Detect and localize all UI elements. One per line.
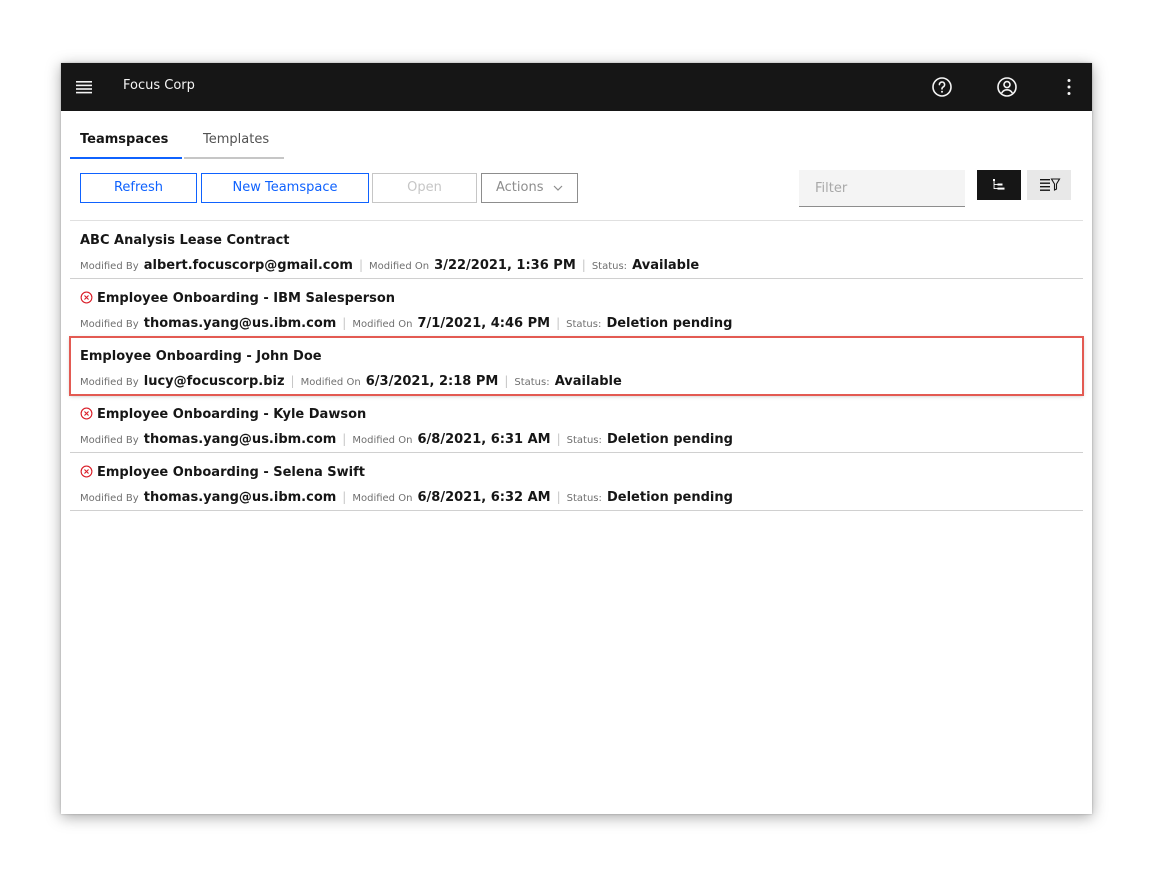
teamspace-name: ABC Analysis Lease Contract xyxy=(80,233,290,248)
teamspace-meta: Modified By albert.focuscorp@gmail.com | M… xyxy=(80,254,699,273)
teamspace-title: Employee Onboarding - Kyle Dawson xyxy=(80,407,366,422)
meta-separator: | xyxy=(290,374,295,388)
new-teamspace-button[interactable]: New Teamspace xyxy=(201,173,369,203)
modified-on-value: 6/8/2021, 6:31 AM xyxy=(417,432,551,447)
modified-by-value: thomas.yang@us.ibm.com xyxy=(143,490,337,505)
teamspace-list: ABC Analysis Lease Contract Modified By a… xyxy=(69,221,1084,511)
teamspace-name: Employee Onboarding - IBM Salesperson xyxy=(97,291,396,306)
meta-separator: | xyxy=(342,490,347,504)
user-icon[interactable] xyxy=(995,75,1019,99)
teamspace-title: Employee Onboarding - Selena Swift xyxy=(80,465,365,480)
teamspace-row[interactable]: Employee Onboarding - Selena Swift Modifi… xyxy=(70,453,1083,511)
open-button: Open xyxy=(372,173,477,203)
teamspace-name: Employee Onboarding - John Doe xyxy=(80,349,322,364)
tree-view-button[interactable] xyxy=(977,170,1021,200)
status-value: Available xyxy=(554,374,622,389)
modified-by-value: thomas.yang@us.ibm.com xyxy=(143,432,337,447)
modified-on-value: 3/22/2021, 1:36 PM xyxy=(434,258,576,273)
teamspace-row[interactable]: Employee Onboarding - Kyle Dawson Modifie… xyxy=(70,395,1083,453)
teamspace-title: ABC Analysis Lease Contract xyxy=(80,233,290,248)
teamspace-title: Employee Onboarding - IBM Salesperson xyxy=(80,291,395,306)
modified-on-value: 7/1/2021, 4:46 PM xyxy=(417,316,551,331)
modified-by-label: Modified By xyxy=(80,319,139,330)
overflow-menu-icon[interactable] xyxy=(1057,75,1081,99)
teamspace-title: Employee Onboarding - John Doe xyxy=(80,349,322,364)
modified-on-label: Modified On xyxy=(352,319,413,330)
tab-label: Templates xyxy=(203,132,270,147)
teamspace-meta: Modified By thomas.yang@us.ibm.com | Modif… xyxy=(80,486,733,505)
top-navigation-bar: Focus Corp xyxy=(61,63,1092,111)
app-window: Focus Corp Teamspaces Templates Refresh … xyxy=(61,63,1092,814)
status-value: Deletion pending xyxy=(606,490,733,505)
tab-teamspaces[interactable]: Teamspaces xyxy=(70,130,182,159)
meta-separator: | xyxy=(342,316,347,330)
app-name: Focus Corp xyxy=(123,78,195,93)
meta-separator: | xyxy=(358,258,363,272)
help-icon[interactable] xyxy=(930,75,954,99)
modified-on-label: Modified On xyxy=(369,261,430,272)
actions-label: Actions xyxy=(496,180,544,195)
menu-icon[interactable] xyxy=(74,77,94,97)
modified-by-value: thomas.yang@us.ibm.com xyxy=(143,316,337,331)
status-value: Available xyxy=(632,258,700,273)
modified-by-value: albert.focuscorp@gmail.com xyxy=(143,258,353,273)
error-icon xyxy=(80,407,93,420)
teamspace-row[interactable]: Employee Onboarding - IBM Salesperson Mod… xyxy=(70,279,1083,337)
list-filter-view-button[interactable] xyxy=(1027,170,1071,200)
tree-view-icon xyxy=(993,179,1005,190)
list-filter-icon xyxy=(1040,178,1061,191)
modified-on-label: Modified On xyxy=(352,435,413,446)
tab-label: Teamspaces xyxy=(80,132,169,147)
modified-on-value: 6/8/2021, 6:32 AM xyxy=(417,490,551,505)
status-label: Status: xyxy=(566,493,602,504)
status-label: Status: xyxy=(514,377,550,388)
error-icon xyxy=(80,291,93,304)
status-value: Deletion pending xyxy=(606,316,733,331)
refresh-button[interactable]: Refresh xyxy=(80,173,197,203)
modified-by-label: Modified By xyxy=(80,435,139,446)
meta-separator: | xyxy=(556,316,561,330)
error-icon xyxy=(80,465,93,478)
modified-by-label: Modified By xyxy=(80,493,139,504)
teamspace-meta: Modified By thomas.yang@us.ibm.com | Modif… xyxy=(80,428,733,447)
teamspace-meta: Modified By lucy@focuscorp.biz | Modified … xyxy=(80,370,622,389)
modified-by-label: Modified By xyxy=(80,377,139,388)
modified-on-label: Modified On xyxy=(352,493,413,504)
filter-input[interactable] xyxy=(799,170,965,207)
tab-templates[interactable]: Templates xyxy=(184,130,284,159)
teamspace-row[interactable]: ABC Analysis Lease Contract Modified By a… xyxy=(70,221,1083,279)
modified-on-label: Modified On xyxy=(300,377,361,388)
meta-separator: | xyxy=(342,432,347,446)
meta-separator: | xyxy=(504,374,509,388)
actions-dropdown[interactable]: Actions xyxy=(481,173,578,203)
modified-by-value: lucy@focuscorp.biz xyxy=(143,374,285,389)
status-label: Status: xyxy=(566,435,602,446)
meta-separator: | xyxy=(556,490,561,504)
meta-separator: | xyxy=(556,432,561,446)
status-label: Status: xyxy=(591,261,628,272)
teamspace-row[interactable]: Employee Onboarding - John Doe Modified B… xyxy=(69,336,1084,396)
status-value: Deletion pending xyxy=(606,432,733,447)
teamspace-meta: Modified By thomas.yang@us.ibm.com | Modif… xyxy=(80,312,732,331)
chevron-down-icon xyxy=(553,185,563,191)
meta-separator: | xyxy=(581,258,586,272)
status-label: Status: xyxy=(566,319,602,330)
modified-by-label: Modified By xyxy=(80,261,139,272)
modified-on-value: 6/3/2021, 2:18 PM xyxy=(365,374,499,389)
teamspace-name: Employee Onboarding - Kyle Dawson xyxy=(97,407,367,422)
teamspace-name: Employee Onboarding - Selena Swift xyxy=(97,465,365,480)
